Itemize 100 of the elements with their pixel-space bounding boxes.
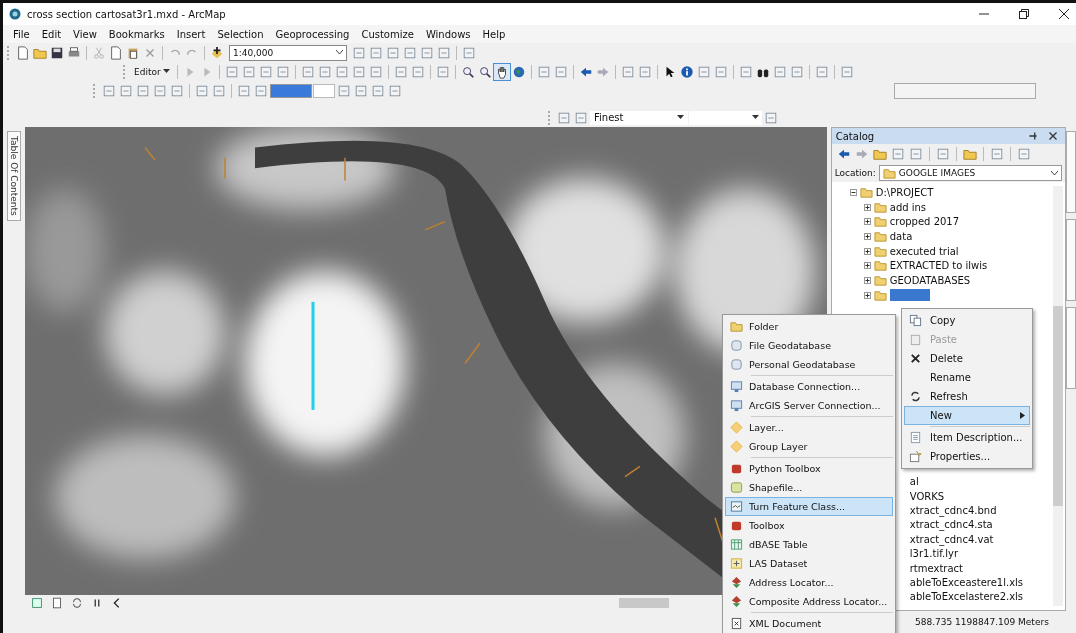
menu-item[interactable]: XML Document [725, 614, 893, 633]
editor-menu[interactable]: Editor [131, 65, 173, 78]
catalog-tree-item[interactable]: add ins [889, 201, 927, 213]
scrollbar-thumb[interactable] [1053, 306, 1063, 506]
menu-item[interactable]: Shapefile... [725, 478, 893, 497]
dropdown-arrow-icon[interactable] [677, 115, 684, 120]
menu-item[interactable]: LAS Dataset [725, 554, 893, 573]
menu-item[interactable]: Selection [217, 28, 264, 40]
computer-icon [730, 380, 743, 393]
dropdown-arrow-field[interactable] [313, 83, 335, 98]
menu-item[interactable]: Properties... [904, 447, 1030, 466]
menu-item[interactable]: Python Toolbox [725, 459, 893, 478]
catalog-tree-item[interactable]: l3r1.tif.lyr [909, 546, 959, 561]
folder-icon [859, 185, 873, 199]
catalog-tree-item[interactable]: GEODATABASES [889, 274, 971, 286]
scale-field[interactable]: 1:40,000 [229, 44, 347, 61]
menu-item[interactable]: Turn Feature Class... [725, 497, 893, 516]
expand-icon[interactable] [863, 218, 871, 226]
menu-item[interactable]: File Geodatabase [725, 336, 893, 355]
add-data-icon[interactable] [209, 44, 225, 61]
menu-item[interactable]: Item Description... [904, 428, 1030, 447]
menu-item[interactable]: Insert [176, 28, 206, 40]
app-globe-icon [9, 8, 21, 20]
folder-icon [873, 259, 887, 273]
expand-icon[interactable] [863, 247, 871, 255]
menu-item[interactable]: New [904, 406, 1030, 425]
expand-icon[interactable] [863, 276, 871, 284]
folder-icon [873, 288, 887, 302]
menu-item[interactable]: View [73, 28, 97, 40]
page-icon[interactable] [15, 44, 31, 61]
catalog-tree-item[interactable]: al [909, 474, 919, 489]
menu-item[interactable]: Rename [904, 368, 1030, 387]
diamond-icon [730, 421, 743, 434]
catalog-tree-item[interactable]: data [889, 230, 913, 242]
info-icon[interactable] [678, 63, 695, 80]
menu-item[interactable]: File [13, 28, 30, 40]
menu-item[interactable]: Delete [904, 349, 1030, 368]
pan-hand-icon[interactable] [493, 63, 510, 80]
catalog-tree-item[interactable]: rtmextract [909, 560, 963, 576]
expand-icon[interactable] [863, 291, 871, 299]
refresh-icon [909, 390, 922, 403]
menu-item[interactable]: Address Locator... [725, 573, 893, 592]
diamond-icon [730, 440, 743, 453]
shape-icon [730, 481, 743, 494]
selected-tree-item[interactable] [889, 289, 930, 302]
document-icon [909, 431, 922, 444]
menu-item[interactable]: ArcGIS Server Connection... [725, 396, 893, 415]
menu-item[interactable]: Layer... [725, 418, 893, 437]
menu-item[interactable]: Customize [361, 28, 414, 40]
expand-icon[interactable] [863, 232, 871, 240]
menu-item[interactable]: Bookmarks [108, 28, 165, 40]
table-of-contents-tab[interactable]: Table Of Contents [6, 131, 21, 221]
menu-item[interactable]: Group Layer [725, 437, 893, 456]
table-icon [730, 538, 743, 551]
menu-item[interactable]: Personal Geodatabase [725, 355, 893, 374]
catalog-tree-item[interactable]: cropped 2017 [889, 216, 960, 228]
menu-item[interactable]: dBASE Table [725, 535, 893, 554]
folder-icon [873, 244, 887, 258]
catalog-tree-item[interactable]: xtract_cdnc4.bnd [909, 503, 997, 518]
folder-icon [730, 320, 743, 333]
dropdown-arrow-icon[interactable] [752, 115, 759, 120]
catalog-tree-item[interactable]: executed trial [889, 245, 959, 257]
menu-item[interactable]: Edit [41, 28, 62, 40]
line-feature-icon [730, 500, 743, 513]
catalog-tree-item[interactable]: ableToExceastere1l.xls [909, 575, 1024, 590]
page-icon[interactable] [108, 44, 124, 61]
side-panel-tab[interactable] [1066, 219, 1076, 301]
catalog-tree-item[interactable]: VORKS [909, 488, 945, 504]
expand-icon[interactable] [863, 203, 871, 211]
menu-item[interactable]: Windows [425, 28, 471, 40]
properties-icon [909, 450, 922, 463]
location-label: Location: [834, 168, 876, 178]
menu-item[interactable]: Folder [725, 317, 893, 336]
catalog-tree-item[interactable]: xtract_cdnc4.vat [909, 532, 994, 547]
location-field[interactable]: GOOGLE IMAGES [878, 165, 1062, 181]
color-dropdown[interactable] [270, 83, 312, 98]
menu-item[interactable]: Refresh [904, 387, 1030, 406]
catalog-tree-item[interactable]: D:\PROJECT [875, 186, 934, 198]
collapse-icon[interactable] [849, 188, 857, 196]
catalog-tree-item[interactable]: ableToExcelastere2.xls [909, 589, 1024, 604]
catalog-tree-item[interactable]: EXTRACTED to ilwis [889, 260, 988, 272]
menu-item[interactable]: Geoprocessing [275, 28, 350, 40]
restore-icon[interactable] [1018, 8, 1030, 20]
resolution-dropdown[interactable]: Finest [590, 110, 688, 125]
combo-field[interactable] [894, 82, 1036, 99]
expand-icon[interactable] [863, 262, 871, 270]
coordinates-readout: 588.735 1198847.109 Meters [915, 617, 1049, 627]
close-icon[interactable] [1058, 8, 1070, 20]
side-panel-tab[interactable] [1066, 131, 1076, 213]
menu-item[interactable]: Help [482, 28, 506, 40]
catalog-tree-item[interactable]: xtract_cdnc4.sta [909, 517, 993, 533]
menu-item[interactable]: Copy [904, 311, 1030, 330]
folder-icon [873, 273, 887, 287]
scrollbar-thumb[interactable] [618, 598, 669, 608]
menu-item[interactable]: Composite Address Locator... [725, 592, 893, 611]
dropdown-arrow-icon[interactable] [162, 69, 170, 74]
side-panel-tab[interactable] [1066, 307, 1076, 389]
window-title: cross section cartosat3r1.mxd - ArcMap [27, 8, 227, 20]
menu-item[interactable]: Database Connection... [725, 377, 893, 396]
menu-item[interactable]: Toolbox [725, 516, 893, 535]
